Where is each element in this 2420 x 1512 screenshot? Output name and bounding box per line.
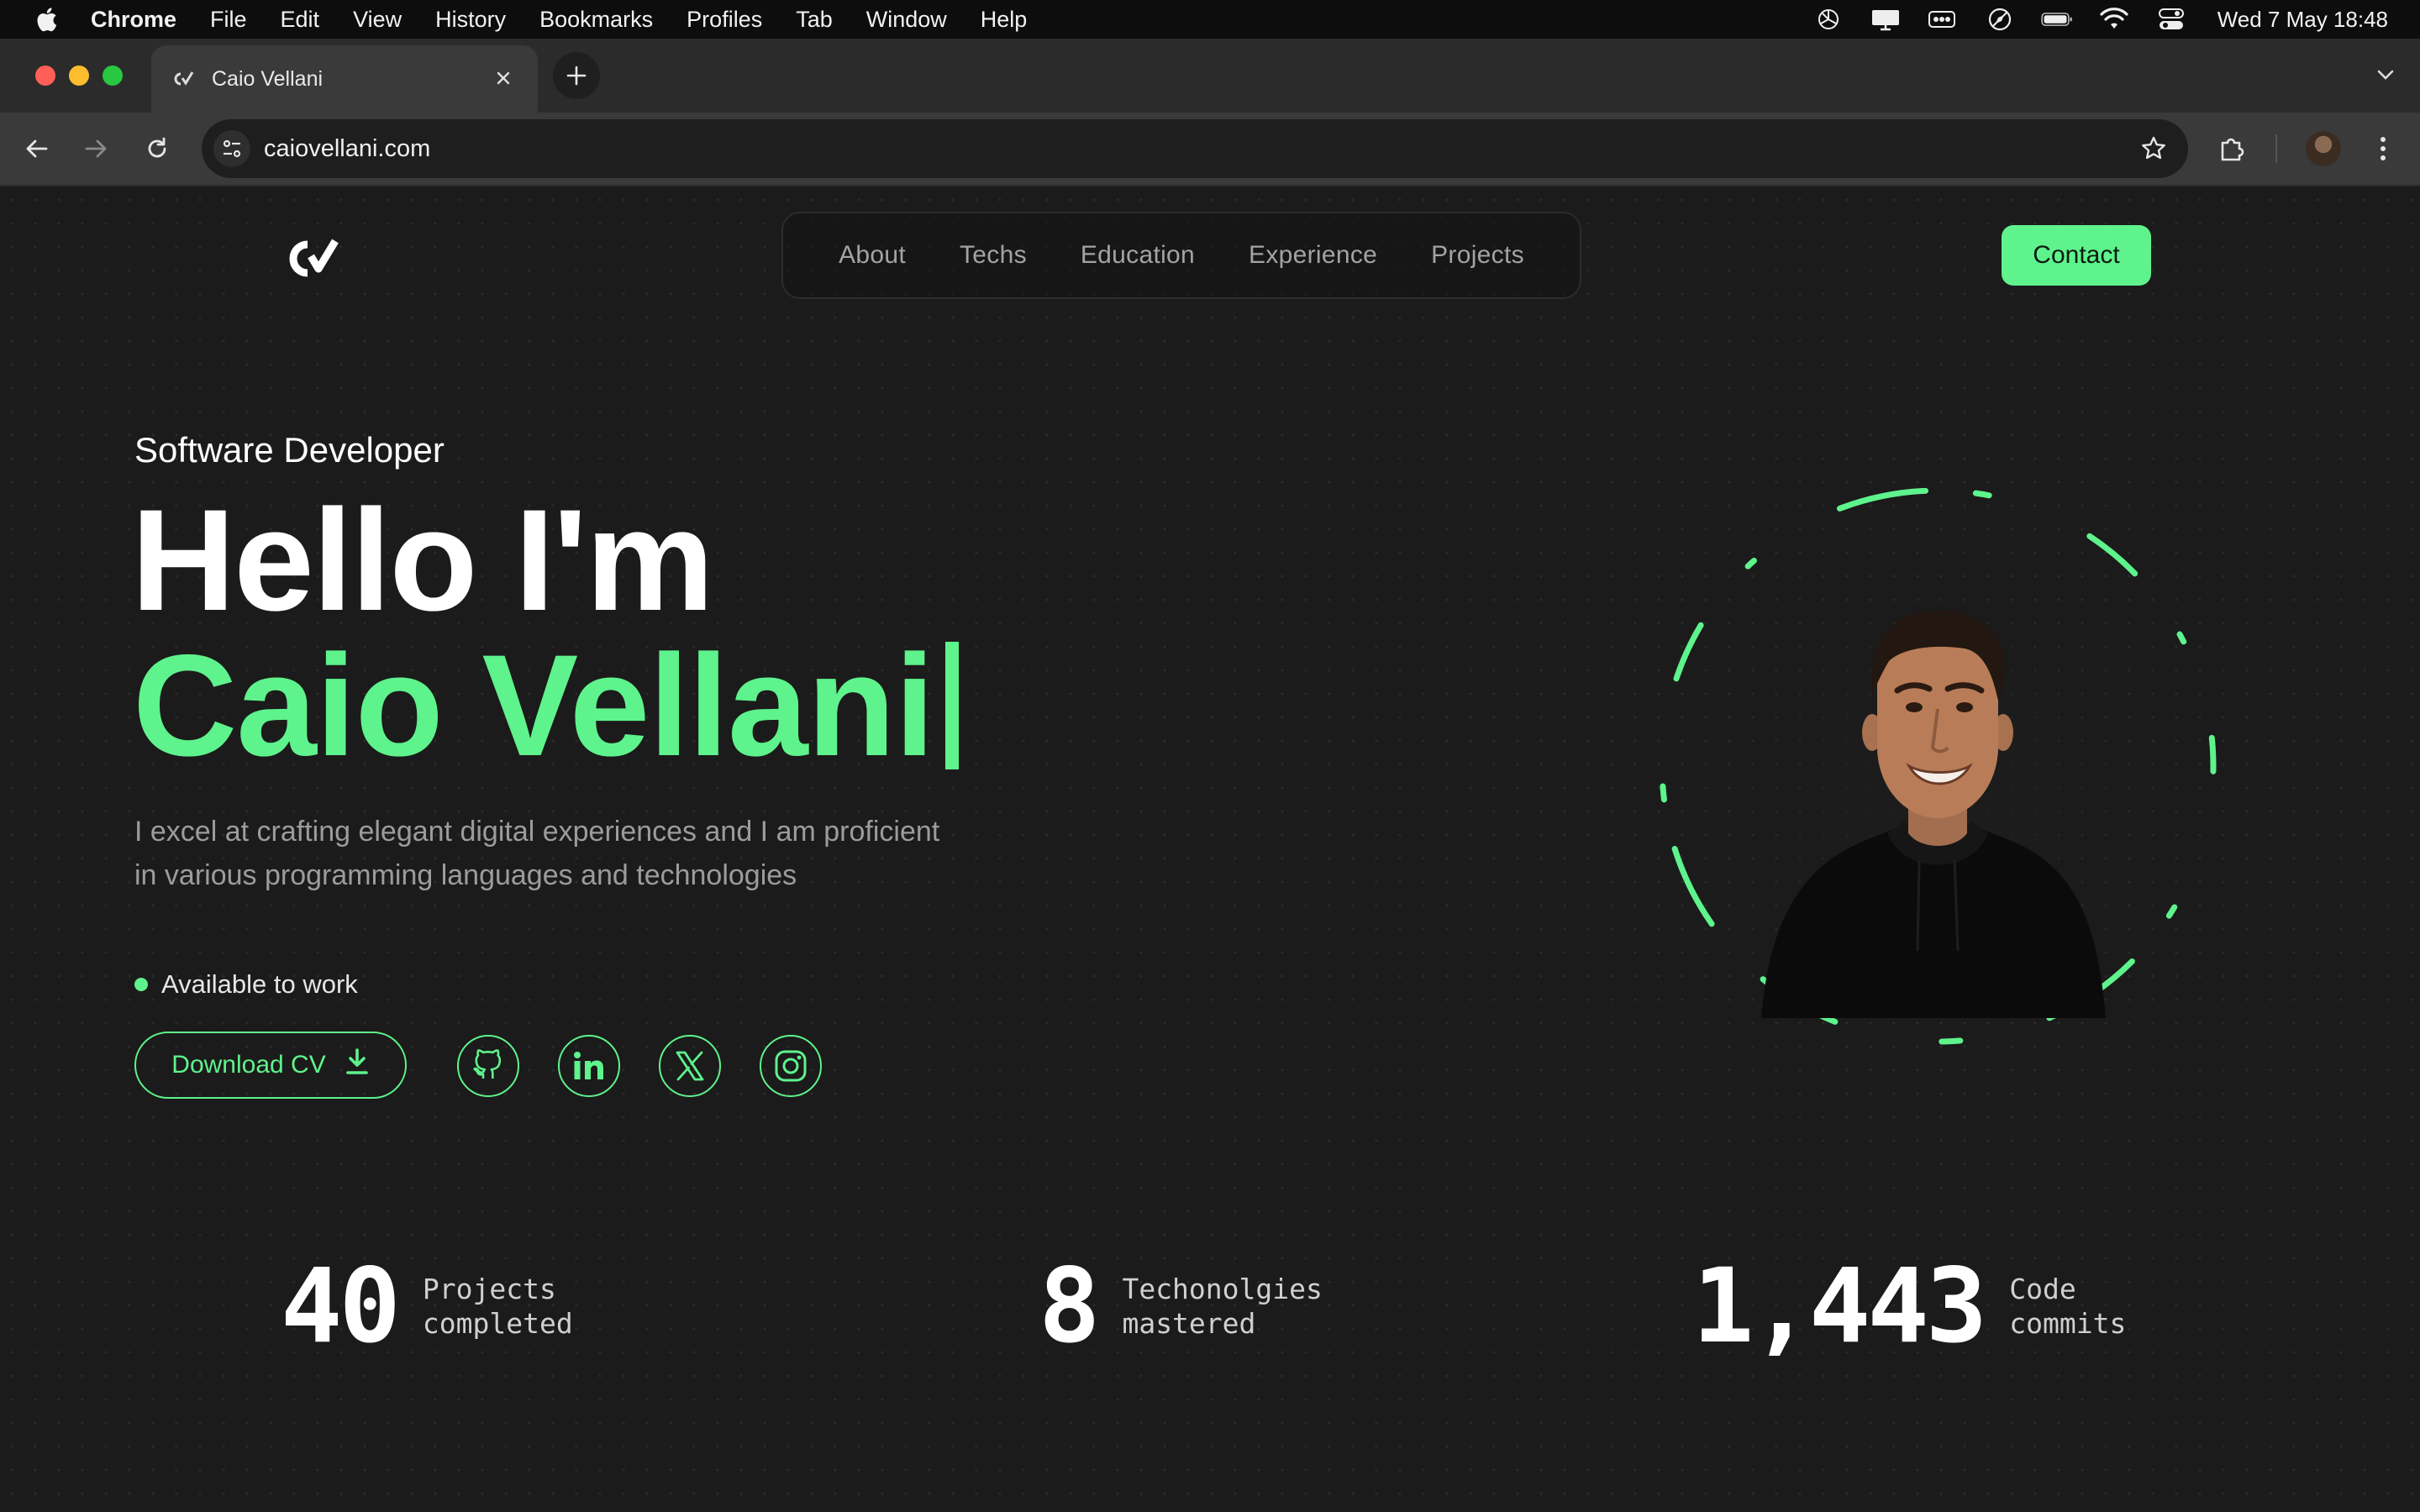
bookmark-star-icon[interactable] [2138, 133, 2170, 165]
more-menu-icon[interactable] [2365, 130, 2402, 167]
nav-projects[interactable]: Projects [1431, 241, 1524, 270]
new-tab-button[interactable] [553, 52, 600, 99]
window-minimize-button[interactable] [69, 66, 89, 86]
back-icon[interactable] [18, 130, 55, 167]
nav-experience[interactable]: Experience [1249, 241, 1377, 270]
download-icon [345, 1047, 370, 1083]
menu-file[interactable]: File [210, 7, 247, 33]
menu-view[interactable]: View [353, 7, 402, 33]
instagram-icon[interactable] [760, 1035, 822, 1097]
tab-search-chevron-icon[interactable] [2373, 62, 2398, 87]
address-bar[interactable]: caiovellani.com [202, 119, 2188, 178]
stat-technologies-value: 8 [1039, 1247, 1100, 1366]
display-icon[interactable] [1870, 7, 1902, 32]
forward-icon[interactable] [77, 130, 114, 167]
hero-name-line: Caio Vellani [133, 622, 960, 790]
profile-avatar[interactable] [2306, 131, 2341, 166]
main-nav: About Techs Education Experience Project… [781, 212, 1581, 299]
stat-projects: 40 Projects completed [281, 1255, 573, 1357]
portrait-photo [1728, 573, 2148, 1018]
typing-caret [945, 642, 960, 769]
cv-logo-icon[interactable] [282, 234, 350, 284]
tab-title: Caio Vellani [212, 66, 324, 91]
availability-status: Available to work [134, 969, 358, 1000]
menu-bookmarks[interactable]: Bookmarks [539, 7, 653, 33]
chatgpt-icon[interactable] [1812, 7, 1844, 32]
tab-close-icon[interactable] [491, 66, 516, 91]
status-dot [134, 978, 148, 991]
stat-technologies-label: Techonolgies mastered [1122, 1273, 1323, 1340]
download-cv-button[interactable]: Download CV [134, 1032, 407, 1099]
control-center-icon[interactable] [2155, 7, 2187, 32]
extensions-icon[interactable] [2213, 130, 2250, 167]
hero-portrait-visual [1652, 480, 2223, 1052]
apple-icon[interactable] [34, 4, 59, 34]
nav-education[interactable]: Education [1081, 241, 1195, 270]
hero-description: I excel at crafting elegant digital expe… [134, 816, 940, 891]
webpage: About Techs Education Experience Project… [0, 188, 2420, 1512]
menu-clock[interactable]: Wed 7 May 18:48 [2217, 7, 2388, 33]
nav-techs[interactable]: Techs [960, 241, 1027, 270]
site-favicon-icon [171, 67, 195, 91]
stat-projects-label: Projects completed [422, 1273, 573, 1340]
reload-icon[interactable] [139, 130, 176, 167]
x-icon[interactable] [659, 1035, 721, 1097]
stat-projects-value: 40 [281, 1247, 401, 1366]
window-zoom-button[interactable] [103, 66, 123, 86]
stat-commits: 1,443 Code commits [1692, 1255, 2126, 1357]
compass-icon[interactable] [1984, 7, 2016, 32]
hero-name: Caio Vellani [133, 625, 934, 786]
battery-menu-icon[interactable] [1927, 7, 1959, 32]
nav-about[interactable]: About [839, 241, 906, 270]
linkedin-icon[interactable] [558, 1035, 620, 1097]
site-info-icon[interactable] [213, 130, 250, 167]
window-close-button[interactable] [35, 66, 55, 86]
menu-history[interactable]: History [435, 7, 506, 33]
stat-commits-value: 1,443 [1692, 1247, 1987, 1366]
battery-icon[interactable] [2041, 7, 2073, 32]
wifi-icon[interactable] [2098, 7, 2130, 32]
menu-window[interactable]: Window [866, 7, 947, 33]
github-icon[interactable] [457, 1035, 519, 1097]
menu-help[interactable]: Help [981, 7, 1028, 33]
menu-profiles[interactable]: Profiles [687, 7, 762, 33]
menu-app-chrome[interactable]: Chrome [91, 7, 176, 33]
macos-menu-bar: Chrome File Edit View History Bookmarks … [0, 0, 2420, 39]
download-cv-label: Download CV [171, 1051, 326, 1079]
stat-technologies: 8 Techonolgies mastered [1039, 1255, 1323, 1357]
tab-caio-vellani[interactable]: Caio Vellani [151, 45, 538, 113]
stat-commits-label: Code commits [2009, 1273, 2127, 1340]
toolbar-divider [2275, 134, 2277, 163]
availability-text: Available to work [161, 969, 358, 999]
menu-edit[interactable]: Edit [281, 7, 320, 33]
menu-tab[interactable]: Tab [796, 7, 833, 33]
contact-button[interactable]: Contact [2002, 225, 2151, 286]
url-text[interactable]: caiovellani.com [264, 119, 430, 178]
role-subtitle: Software Developer [134, 430, 445, 470]
